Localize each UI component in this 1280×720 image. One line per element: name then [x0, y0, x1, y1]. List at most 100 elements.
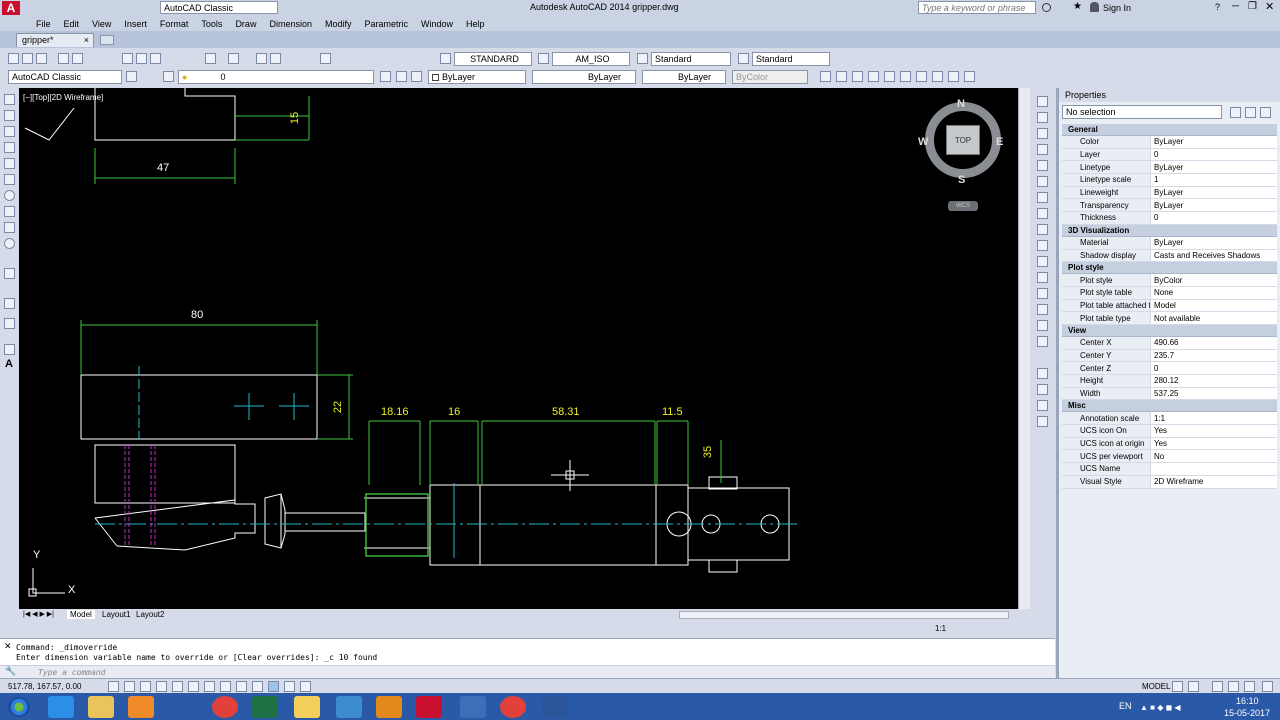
draworder-3-icon[interactable] [1037, 400, 1048, 411]
menu-edit[interactable]: Edit [64, 19, 80, 29]
workspace-settings-icon[interactable] [126, 71, 137, 82]
search-input[interactable]: Type a keyword or phrase [918, 1, 1036, 14]
table-style-icon[interactable] [637, 53, 648, 64]
document-tab[interactable]: gripper* × [16, 33, 94, 47]
dim-style-select[interactable]: AM_ISO [552, 52, 630, 66]
layer-states-icon[interactable] [411, 71, 422, 82]
property-row[interactable]: UCS Name [1062, 463, 1277, 476]
dim-text-58-31[interactable]: 58.31 [552, 406, 580, 418]
menu-draw[interactable]: Draw [235, 19, 256, 29]
property-value[interactable]: ByLayer [1150, 199, 1277, 212]
file-explorer-icon[interactable] [88, 696, 114, 718]
tab-nav-arrows-icon[interactable]: |◀ ◀ ▶ ▶| [23, 610, 54, 618]
clock-time[interactable]: 16:10 [1236, 696, 1259, 706]
table-style-select[interactable]: Standard [651, 52, 731, 66]
new-icon[interactable] [8, 53, 19, 64]
mleader-style-icon[interactable] [738, 53, 749, 64]
star-icon[interactable]: ★ [1073, 1, 1082, 12]
pan-status-icon[interactable] [1212, 681, 1223, 692]
command-input[interactable]: Type a command [38, 668, 105, 677]
undo-icon[interactable] [205, 53, 216, 64]
modify-tool-1-icon[interactable] [820, 71, 831, 82]
text-style-select[interactable]: STANDARD [454, 52, 532, 66]
property-value[interactable]: Casts and Receives Shadows [1150, 249, 1277, 262]
selection-select[interactable]: No selection [1062, 105, 1222, 119]
transparency-toggle-icon[interactable] [268, 681, 279, 692]
layer-previous-icon[interactable] [396, 71, 407, 82]
spline-icon[interactable] [4, 222, 15, 233]
app-icon-1[interactable] [336, 696, 362, 718]
property-value[interactable]: Yes [1150, 425, 1277, 437]
property-row[interactable]: Linetype ByLayer [1062, 161, 1277, 175]
modify-tool-6-icon[interactable] [900, 71, 911, 82]
property-value[interactable]: 0 [1150, 362, 1277, 374]
menu-insert[interactable]: Insert [124, 19, 147, 29]
modify-tool-3-icon[interactable] [852, 71, 863, 82]
property-row[interactable]: Plot table attached to Model [1062, 299, 1277, 313]
mirror-icon[interactable] [1037, 128, 1048, 139]
properties-section-header[interactable]: 3D Visualization [1062, 224, 1277, 237]
maximize-button[interactable]: ❐ [1248, 1, 1257, 12]
menu-parametric[interactable]: Parametric [365, 19, 409, 29]
hatch-icon[interactable] [4, 318, 15, 329]
selection-cycling-icon[interactable] [300, 681, 311, 692]
steering-wheel-icon[interactable] [1244, 681, 1255, 692]
dim-text-80[interactable]: 80 [191, 309, 203, 321]
coordinates-readout[interactable]: 517.78, 167.57, 0.00 [8, 682, 81, 691]
property-row[interactable]: Height 280.12 [1062, 375, 1277, 388]
viewcube-east[interactable]: E [996, 136, 1003, 148]
modify-tool-7-icon[interactable] [916, 71, 927, 82]
property-value[interactable]: ByLayer [1150, 161, 1277, 174]
wrench-icon[interactable]: 🔧 [5, 666, 16, 677]
property-value[interactable]: 1:1 [1150, 412, 1277, 425]
quick-select-icon[interactable] [1260, 106, 1271, 118]
clean-screen-icon[interactable] [1262, 681, 1273, 692]
user-icon[interactable] [1090, 2, 1099, 12]
properties-section-header[interactable]: Plot style [1062, 262, 1277, 275]
autocad-taskbar-icon[interactable] [416, 696, 442, 718]
property-row[interactable]: Center Y 235.7 [1062, 349, 1277, 363]
menu-format[interactable]: Format [160, 19, 189, 29]
property-value[interactable]: 280.12 [1150, 375, 1277, 387]
redo-icon[interactable] [228, 53, 239, 64]
tab-layout1[interactable]: Layout1 [99, 610, 133, 619]
draworder-4-icon[interactable] [1037, 416, 1048, 427]
grid-display-icon[interactable] [140, 681, 151, 692]
stretch-icon[interactable] [1037, 224, 1048, 235]
cut-icon[interactable] [122, 53, 133, 64]
point-icon[interactable] [4, 298, 15, 309]
arc-icon[interactable] [4, 174, 15, 185]
properties-section-header[interactable]: Misc [1062, 400, 1277, 413]
property-row[interactable]: Plot style ByColor [1062, 274, 1277, 287]
menu-modify[interactable]: Modify [325, 19, 352, 29]
modify-tool-8-icon[interactable] [932, 71, 943, 82]
property-value[interactable]: 235.7 [1150, 349, 1277, 362]
property-row[interactable]: Width 537.25 [1062, 387, 1277, 401]
insert-block-icon[interactable] [4, 268, 15, 279]
properties-icon[interactable] [320, 53, 331, 64]
linetype-select[interactable]: ByLayer [532, 70, 636, 84]
clock-date[interactable]: 15-05-2017 [1224, 708, 1270, 718]
pan-icon[interactable] [256, 53, 267, 64]
property-row[interactable]: Material ByLayer [1062, 236, 1277, 250]
media-player-icon[interactable] [128, 696, 154, 718]
array-icon[interactable] [1037, 160, 1048, 171]
object-snap-tracking-icon[interactable] [204, 681, 215, 692]
scale-icon[interactable] [1037, 208, 1048, 219]
sign-in-link[interactable]: Sign In [1103, 3, 1131, 13]
internet-explorer-icon[interactable] [48, 696, 74, 718]
word-icon[interactable] [542, 696, 568, 718]
text-style-icon[interactable] [440, 53, 451, 64]
canvas-vertical-scrollbar[interactable] [1018, 88, 1030, 609]
dim-text-18-16[interactable]: 18.16 [381, 406, 409, 418]
drawing-canvas[interactable]: [−][Top][2D Wireframe] 47 15 80 22 18.16… [19, 88, 1018, 609]
snap-mode-icon[interactable] [124, 681, 135, 692]
tab-model[interactable]: Model [67, 610, 95, 619]
offset-icon[interactable] [1037, 144, 1048, 155]
plot-icon[interactable] [58, 53, 69, 64]
close-tab-icon[interactable]: × [84, 34, 89, 47]
property-value[interactable]: None [1150, 286, 1277, 299]
property-row[interactable]: Shadow display Casts and Receives Shadows [1062, 249, 1277, 263]
mleader-style-select[interactable]: Standard [752, 52, 830, 66]
snipping-tool-icon[interactable] [460, 696, 486, 718]
